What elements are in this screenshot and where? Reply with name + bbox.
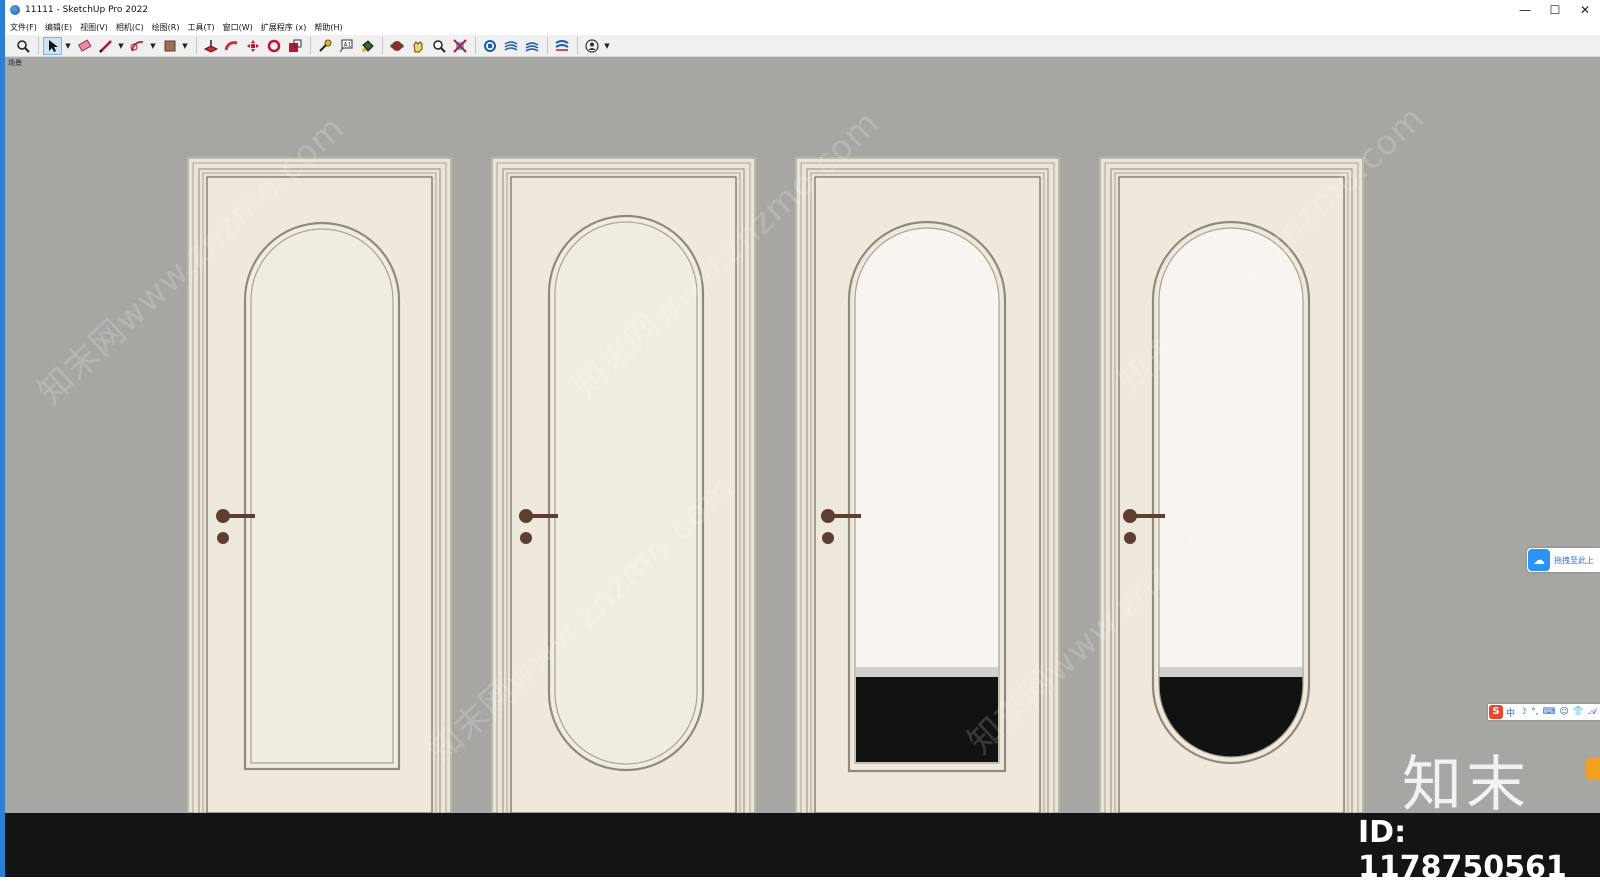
baidu-upload-widget[interactable]: ☁ 拖拽至此上 <box>1527 548 1600 572</box>
menu-draw[interactable]: 绘图(R) <box>152 22 180 33</box>
keyboard-icon[interactable]: ⌨ <box>1542 707 1555 717</box>
select-icon[interactable] <box>43 36 62 55</box>
push-pull-icon[interactable] <box>201 37 220 55</box>
maximize-button[interactable]: ☐ <box>1540 0 1570 20</box>
scale-icon[interactable] <box>285 37 304 55</box>
menu-view[interactable]: 视图(V) <box>80 22 108 33</box>
menu-file[interactable]: 文件(F) <box>10 22 37 33</box>
styles-icon[interactable] <box>552 37 571 55</box>
shape-dropdown-caret[interactable]: ▼ <box>181 37 189 55</box>
eraser-icon[interactable] <box>75 37 94 55</box>
minimize-button[interactable]: — <box>1510 0 1540 20</box>
ime-mode[interactable]: 中 <box>1506 706 1515 719</box>
sketchup-window: 11111 - SketchUp Pro 2022 — ☐ ✕ 文件(F) 编辑… <box>0 0 1600 885</box>
menu-extensions[interactable]: 扩展程序 (x) <box>261 22 307 33</box>
image-id-watermark: ID: 1178750561 <box>1358 815 1567 885</box>
toolbar-separator <box>577 37 578 54</box>
pan-icon[interactable] <box>408 37 427 55</box>
toolbar-separator <box>196 37 197 54</box>
side-tool-chip[interactable] <box>1586 758 1600 780</box>
rotate-icon[interactable] <box>264 37 283 55</box>
main-toolbar: ▼ ▼ ▼ ▼ A1 ▼ <box>5 35 1600 57</box>
toolbar-separator <box>310 37 311 54</box>
toolbar-separator <box>475 37 476 54</box>
sketchup-app-icon <box>10 5 20 15</box>
menu-edit[interactable]: 编辑(E) <box>45 22 72 33</box>
brand-watermark: 知末 <box>1402 750 1530 820</box>
arc-icon[interactable] <box>128 37 147 55</box>
sogou-ime-icon[interactable]: S <box>1489 705 1503 719</box>
pencil-dropdown-caret[interactable]: ▼ <box>117 37 125 55</box>
follow-me-icon[interactable] <box>222 37 241 55</box>
shape-icon[interactable] <box>160 37 179 55</box>
toolbar-separator <box>382 37 383 54</box>
close-button[interactable]: ✕ <box>1570 0 1600 20</box>
orbit-icon[interactable] <box>387 37 406 55</box>
moon-icon[interactable]: ☽ <box>1519 707 1527 717</box>
paint-bucket-icon[interactable] <box>357 37 376 55</box>
menu-help[interactable]: 帮助(H) <box>314 22 342 33</box>
zoom-icon[interactable] <box>13 37 32 55</box>
cloud-icon: ☁ <box>1528 549 1550 571</box>
punctuation-icon[interactable]: °, <box>1531 707 1538 717</box>
toolbar-separator <box>547 37 548 54</box>
select-dropdown-caret[interactable]: ▼ <box>64 37 72 55</box>
zoom-window-icon[interactable] <box>429 37 448 55</box>
menu-window[interactable]: 窗口(W) <box>223 22 253 33</box>
window-controls: — ☐ ✕ <box>1510 0 1600 20</box>
ime-status-bar[interactable]: S 中 ☽ °, ⌨ ☺ 👕 𝒜 <box>1488 704 1600 720</box>
menu-camera[interactable]: 相机(C) <box>116 22 144 33</box>
toolbox-icon[interactable]: 𝒜 <box>1588 707 1597 717</box>
window-title: 11111 - SketchUp Pro 2022 <box>25 5 149 15</box>
account-dropdown-caret[interactable]: ▼ <box>603 37 611 55</box>
scene-tab[interactable]: 场景 <box>8 58 22 68</box>
toolbar-separator <box>38 37 39 54</box>
zoom-extents-icon[interactable] <box>450 37 469 55</box>
upload-hint: 拖拽至此上 <box>1554 555 1594 565</box>
title-bar: 11111 - SketchUp Pro 2022 — ☐ ✕ <box>5 0 1600 20</box>
menu-bar: 文件(F) 编辑(E) 视图(V) 相机(C) 绘图(R) 工具(T) 窗口(W… <box>5 20 1600 35</box>
warehouse-icon[interactable] <box>480 37 499 55</box>
account-icon[interactable] <box>582 37 601 55</box>
arc-dropdown-caret[interactable]: ▼ <box>149 37 157 55</box>
extension-warehouse-icon[interactable] <box>501 37 520 55</box>
text-icon[interactable]: A1 <box>336 37 355 55</box>
emoji-icon[interactable]: ☺ <box>1559 707 1568 717</box>
layout-icon[interactable] <box>522 37 541 55</box>
menu-tools[interactable]: 工具(T) <box>188 22 215 33</box>
3d-viewport[interactable]: 场景 知末网www.znzmo.com 知末网www.znzmo.com 知末网… <box>5 57 1600 877</box>
svg-text:A1: A1 <box>343 41 351 48</box>
pencil-icon[interactable] <box>96 37 115 55</box>
skin-icon[interactable]: 👕 <box>1573 707 1584 717</box>
move-icon[interactable] <box>243 37 262 55</box>
tape-measure-icon[interactable] <box>315 37 334 55</box>
